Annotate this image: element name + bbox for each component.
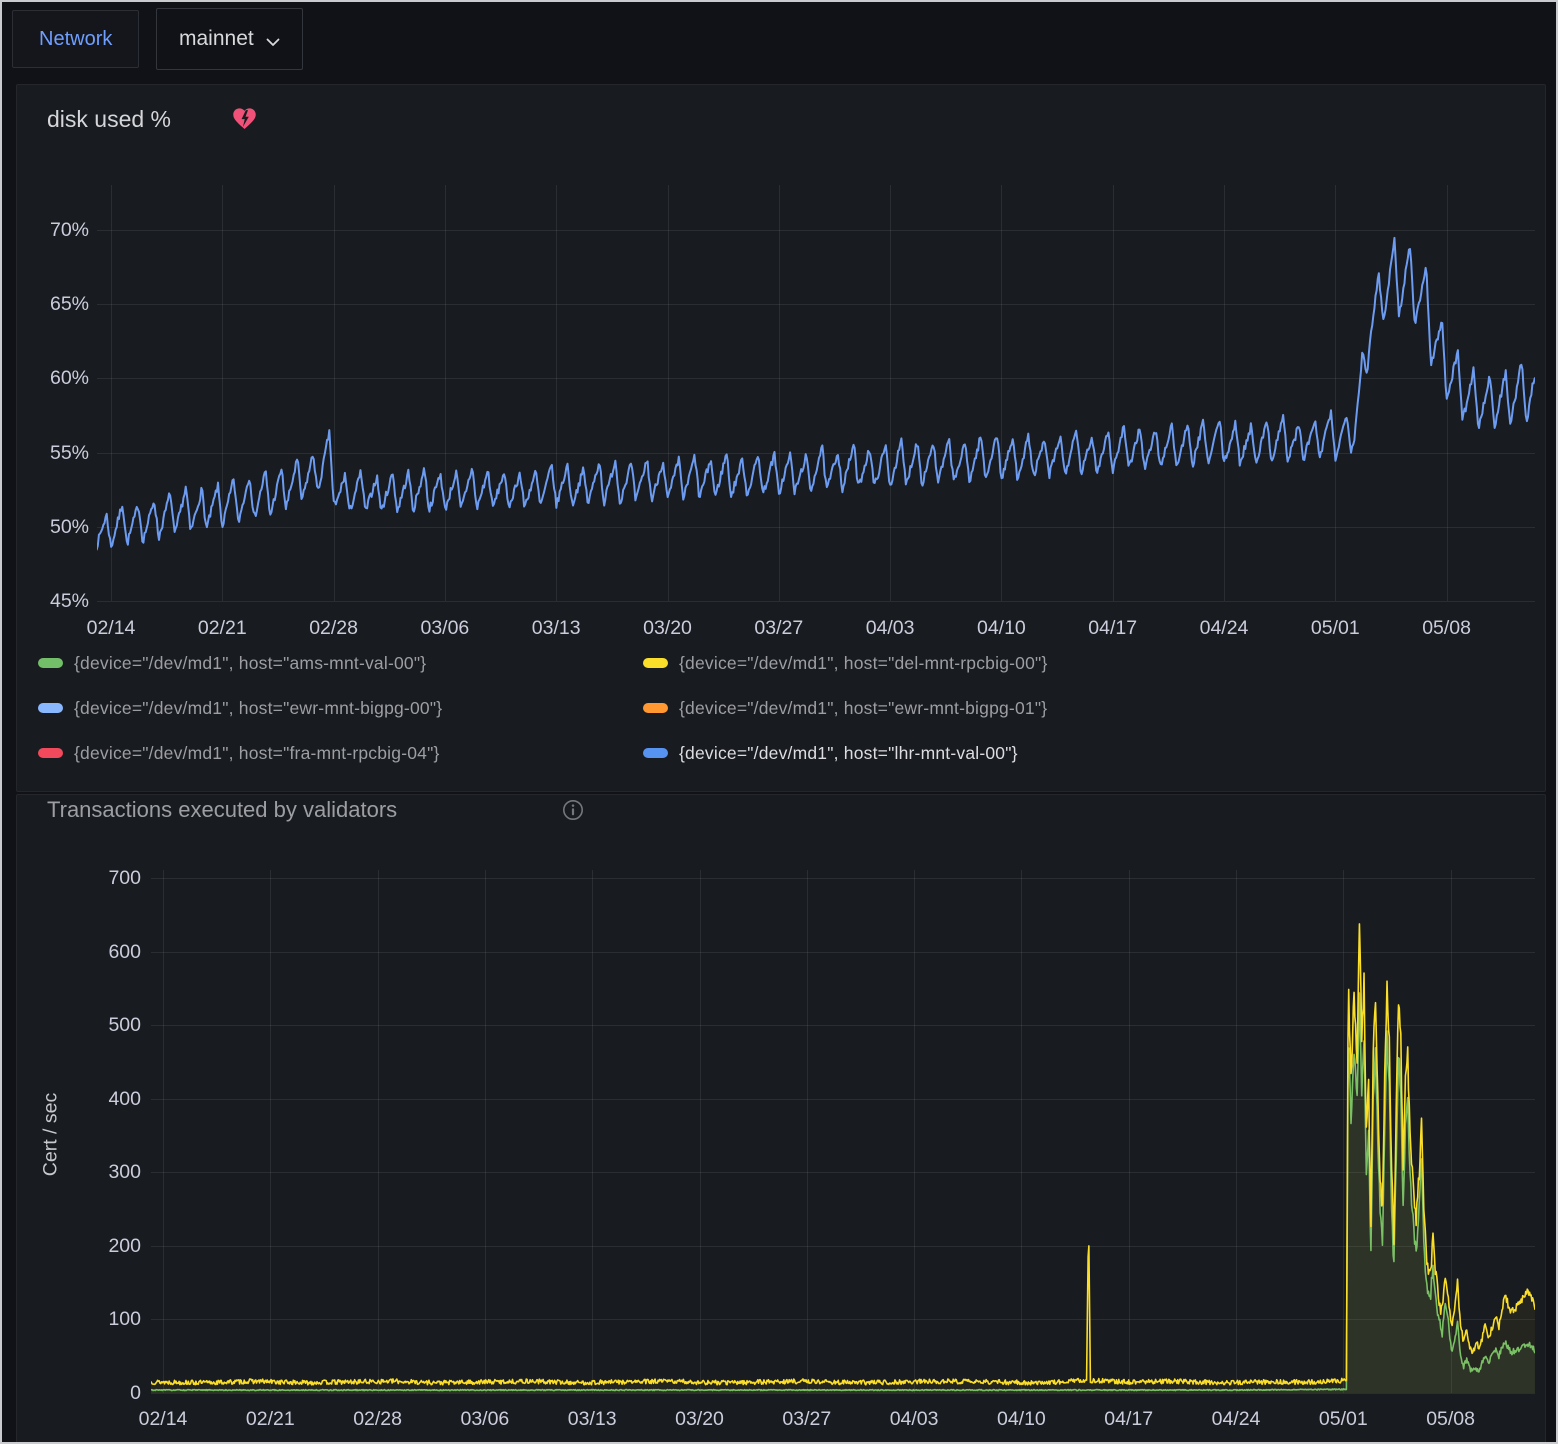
legend-series-swatch bbox=[643, 748, 668, 758]
variable-bar: Network mainnet bbox=[2, 2, 1556, 78]
legend-series-label: {device="/dev/md1", host="ams-mnt-val-00… bbox=[74, 653, 426, 674]
legend-item[interactable]: {device="/dev/md1", host="ewr-mnt-bigpg-… bbox=[38, 696, 643, 720]
legend-item[interactable]: {device="/dev/md1", host="del-mnt-rpcbig… bbox=[643, 651, 1048, 675]
legend-series-label: {device="/dev/md1", host="del-mnt-rpcbig… bbox=[679, 653, 1048, 674]
legend-series-swatch bbox=[38, 703, 63, 713]
legend-series-label: {device="/dev/md1", host="ewr-mnt-bigpg-… bbox=[679, 698, 1047, 719]
panel-disk-used: disk used % 45%50%55%60%65%70%02/1402/21… bbox=[16, 84, 1546, 792]
network-variable-label: Network bbox=[12, 10, 139, 68]
legend-series-label: {device="/dev/md1", host="fra-mnt-rpcbig… bbox=[74, 743, 440, 764]
network-dropdown[interactable]: mainnet bbox=[156, 8, 303, 70]
legend-series-swatch bbox=[643, 658, 668, 668]
legend-series-label: {device="/dev/md1", host="lhr-mnt-val-00… bbox=[679, 743, 1018, 764]
legend-item[interactable]: {device="/dev/md1", host="ewr-mnt-bigpg-… bbox=[643, 696, 1048, 720]
panel-transactions: Transactions executed by validators Cert… bbox=[16, 794, 1546, 1444]
chevron-down-icon bbox=[266, 29, 280, 53]
dashboard-page: Network mainnet disk used % 45%50%55%60%… bbox=[0, 0, 1558, 1444]
legend-item[interactable]: {device="/dev/md1", host="lhr-mnt-val-00… bbox=[643, 741, 1048, 765]
network-dropdown-value: mainnet bbox=[179, 27, 254, 51]
legend-series-swatch bbox=[38, 658, 63, 668]
legend-series-swatch bbox=[38, 748, 63, 758]
network-label-text: Network bbox=[39, 28, 112, 51]
legend-item[interactable]: {device="/dev/md1", host="ams-mnt-val-00… bbox=[38, 651, 643, 675]
legend-series-label: {device="/dev/md1", host="ewr-mnt-bigpg-… bbox=[74, 698, 442, 719]
transactions-chart-canvas[interactable] bbox=[17, 795, 1547, 1444]
legend-item[interactable]: {device="/dev/md1", host="fra-mnt-rpcbig… bbox=[38, 741, 643, 765]
legend-series-swatch bbox=[643, 703, 668, 713]
disk-used-legend: {device="/dev/md1", host="ams-mnt-val-00… bbox=[38, 651, 1048, 765]
